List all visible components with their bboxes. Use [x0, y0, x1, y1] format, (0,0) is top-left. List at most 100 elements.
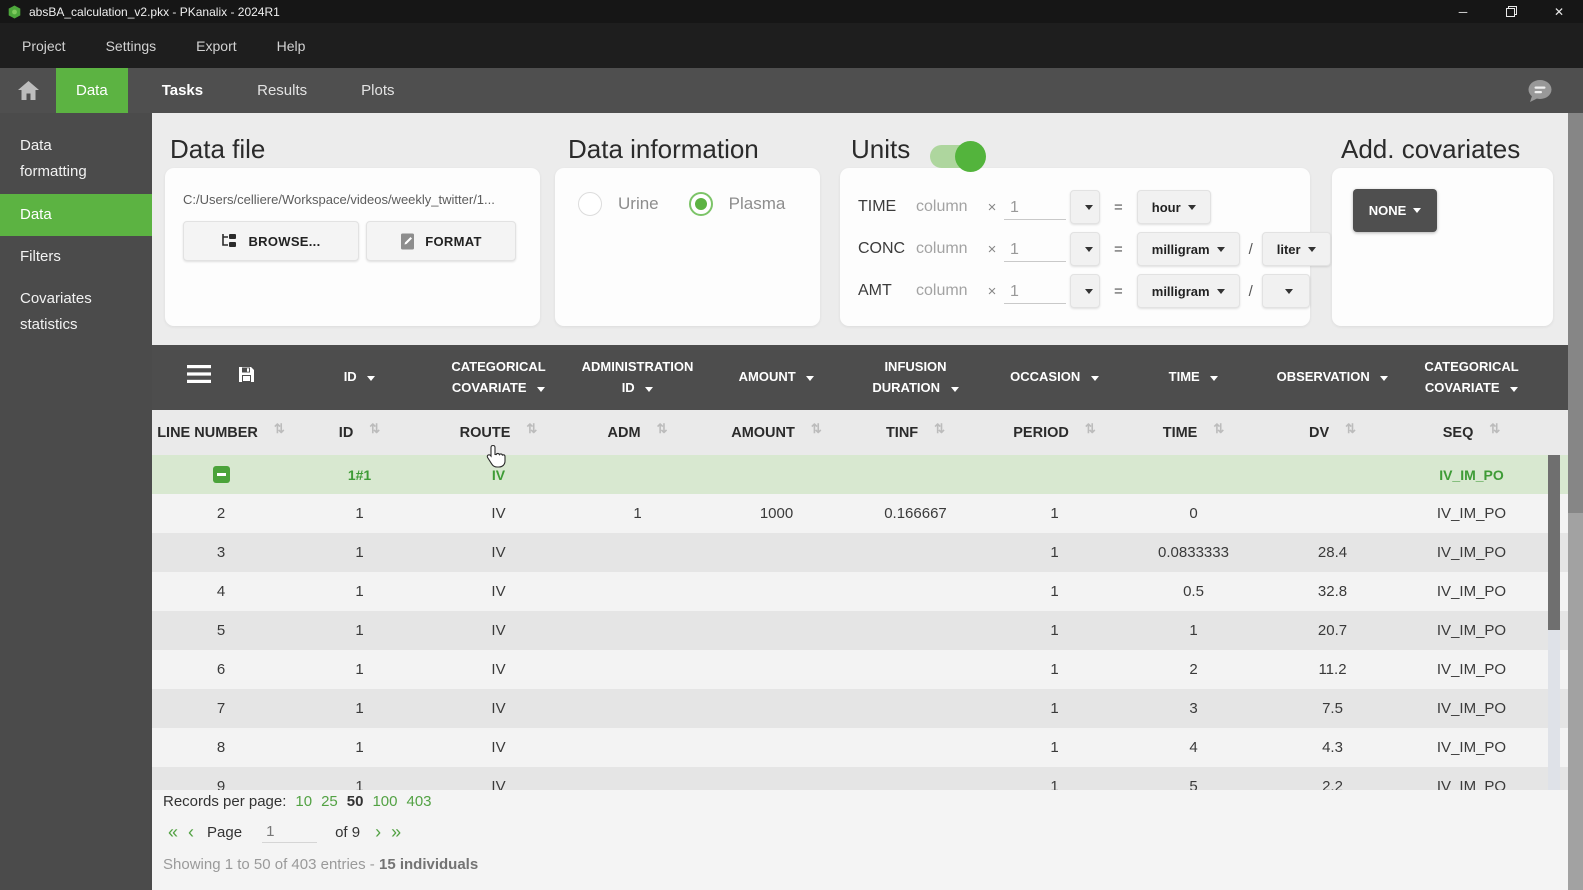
sidebar-item-data-formatting[interactable]: Data formatting — [0, 125, 152, 194]
table-menu-button[interactable] — [187, 365, 212, 389]
page-scrollbar-thumb[interactable] — [1568, 113, 1583, 513]
sidebar-item-data[interactable]: Data — [0, 193, 152, 236]
table-row[interactable]: 4 1 IV 1 0.5 32.8 IV_IM_PO — [152, 572, 1568, 611]
unit-factor-dropdown[interactable] — [1070, 232, 1100, 266]
tab-tasks[interactable]: Tasks — [142, 68, 223, 113]
column-header-amount[interactable]: AMOUNT ⇅ — [707, 410, 846, 455]
sidebar-item-filters[interactable]: Filters — [0, 236, 152, 278]
column-tag-occasion[interactable]: OCCASION — [985, 345, 1124, 410]
tab-plots[interactable]: Plots — [341, 68, 414, 113]
records-option-10[interactable]: 10 — [295, 793, 312, 810]
unit-denominator-dropdown[interactable] — [1261, 274, 1310, 308]
menu-export[interactable]: Export — [196, 38, 236, 54]
unit-row-name: CONC — [858, 240, 906, 257]
units-rows: TIME column × 1 = hour CONC column × 1 = milligram /… — [858, 186, 1331, 312]
column-header-label: ADM — [607, 424, 641, 441]
column-tag-id[interactable]: ID — [290, 345, 429, 410]
tab-results[interactable]: Results — [237, 68, 327, 113]
cell-tinf — [846, 611, 985, 650]
cell-time: 4 — [1189, 739, 1198, 756]
column-tag-amount[interactable]: AMOUNT — [707, 345, 846, 410]
home-button[interactable] — [0, 68, 56, 113]
column-tag-time[interactable]: TIME — [1124, 345, 1263, 410]
table-scrollbar[interactable] — [1548, 455, 1560, 790]
sidebar-item-covariates-statistics[interactable]: Covariates statistics — [0, 278, 152, 347]
column-header-line-number[interactable]: LINE NUMBER ⇅ — [152, 410, 290, 455]
urine-radio[interactable] — [578, 192, 602, 216]
column-header-tinf[interactable]: TINF ⇅ — [846, 410, 985, 455]
table-row[interactable]: 7 1 IV 1 3 7.5 IV_IM_PO — [152, 689, 1568, 728]
previous-page-button[interactable]: ‹ — [183, 822, 199, 843]
cell-tinf — [846, 767, 985, 790]
column-tag-categorical-covariate[interactable]: CATEGORICAL COVARIATE — [1402, 345, 1541, 410]
unit-numerator-dropdown[interactable]: hour — [1136, 190, 1211, 224]
page-scrollbar[interactable] — [1568, 113, 1583, 890]
column-tag-categorical-covariate[interactable]: CATEGORICAL COVARIATE — [429, 345, 568, 410]
add-covariates-none-button[interactable]: NONE — [1353, 189, 1437, 232]
records-option-403[interactable]: 403 — [407, 793, 432, 810]
menu-settings[interactable]: Settings — [106, 38, 157, 54]
table-row[interactable]: 9 1 IV 1 5 2.2 IV_IM_PO — [152, 767, 1568, 790]
chevron-down-icon — [1090, 376, 1099, 382]
column-tag-observation[interactable]: OBSERVATION — [1263, 345, 1402, 410]
column-header-dv[interactable]: DV ⇅ — [1263, 410, 1402, 455]
cell-amount — [707, 611, 846, 650]
cell-line-number: 9 — [216, 778, 226, 790]
column-header-route[interactable]: ROUTE ⇅ — [429, 410, 568, 455]
tab-data[interactable]: Data — [56, 68, 128, 113]
table-row[interactable]: 8 1 IV 1 4 4.3 IV_IM_PO — [152, 728, 1568, 767]
plasma-radio[interactable] — [688, 192, 713, 216]
column-tag-infusion-duration[interactable]: INFUSION DURATION — [846, 345, 985, 410]
table-row[interactable]: 1#1 IV IV_IM_PO — [152, 455, 1568, 494]
records-option-50[interactable]: 50 — [347, 793, 364, 810]
unit-factor-dropdown[interactable] — [1070, 274, 1100, 308]
menu-project[interactable]: Project — [22, 38, 66, 54]
table-scrollbar-thumb[interactable] — [1548, 455, 1560, 630]
first-page-button[interactable]: « — [163, 822, 183, 843]
column-header-id[interactable]: ID ⇅ — [290, 410, 429, 455]
column-tag-label: OBSERVATION — [1277, 367, 1389, 387]
menu-help[interactable]: Help — [277, 38, 306, 54]
unit-denominator-dropdown[interactable]: liter — [1261, 232, 1331, 266]
cell-line-number: 7 — [216, 700, 226, 717]
column-header-label: ROUTE — [459, 424, 511, 441]
table-row[interactable]: 5 1 IV 1 1 20.7 IV_IM_PO — [152, 611, 1568, 650]
collapse-row-button[interactable] — [212, 466, 230, 483]
unit-factor-dropdown[interactable] — [1070, 190, 1100, 224]
table-row[interactable]: 3 1 IV 1 0.0833333 28.4 IV_IM_PO — [152, 533, 1568, 572]
cell-route: IV — [491, 583, 506, 600]
equals-sign: = — [1114, 198, 1123, 216]
column-tag-administration-id[interactable]: ADMINISTRATION ID — [568, 345, 707, 410]
table-row[interactable]: 2 1 IV 1 1000 0.166667 1 0 IV_IM_PO — [152, 494, 1568, 533]
chevron-down-icon — [950, 386, 959, 392]
multiply-sign: × — [987, 240, 997, 258]
next-page-button[interactable]: › — [370, 822, 386, 843]
unit-factor-input[interactable]: 1 — [1004, 279, 1066, 304]
column-header-time[interactable]: TIME ⇅ — [1124, 410, 1263, 455]
page-number-input[interactable] — [262, 821, 318, 843]
records-option-100[interactable]: 100 — [372, 793, 397, 810]
column-header-adm[interactable]: ADM ⇅ — [568, 410, 707, 455]
cell-seq: IV_IM_PO — [1436, 739, 1507, 756]
restore-button[interactable] — [1487, 0, 1535, 23]
table-save-button[interactable] — [238, 366, 255, 389]
plasma-label: Plasma — [728, 194, 786, 213]
column-header-label: LINE NUMBER — [157, 424, 258, 441]
unit-numerator-dropdown[interactable]: milligram — [1136, 232, 1240, 266]
close-button[interactable]: ✕ — [1535, 0, 1583, 23]
records-option-25[interactable]: 25 — [321, 793, 338, 810]
unit-numerator-dropdown[interactable]: milligram — [1136, 274, 1240, 308]
column-tag-label: CATEGORICAL COVARIATE — [451, 359, 546, 395]
column-header-seq[interactable]: SEQ ⇅ — [1402, 410, 1541, 455]
chat-button[interactable] — [1527, 68, 1553, 113]
last-page-button[interactable]: » — [386, 822, 406, 843]
units-toggle[interactable] — [930, 141, 986, 172]
browse-button[interactable]: BROWSE... — [183, 221, 359, 261]
table-row[interactable]: 6 1 IV 1 2 11.2 IV_IM_PO — [152, 650, 1568, 689]
unit-factor-input[interactable]: 1 — [1004, 195, 1066, 220]
unit-factor-input[interactable]: 1 — [1004, 237, 1066, 262]
minimize-button[interactable]: ─ — [1439, 0, 1487, 23]
format-button[interactable]: FORMAT — [366, 221, 516, 261]
column-tag-label: ADMINISTRATION ID — [581, 359, 694, 395]
column-header-period[interactable]: PERIOD ⇅ — [985, 410, 1124, 455]
